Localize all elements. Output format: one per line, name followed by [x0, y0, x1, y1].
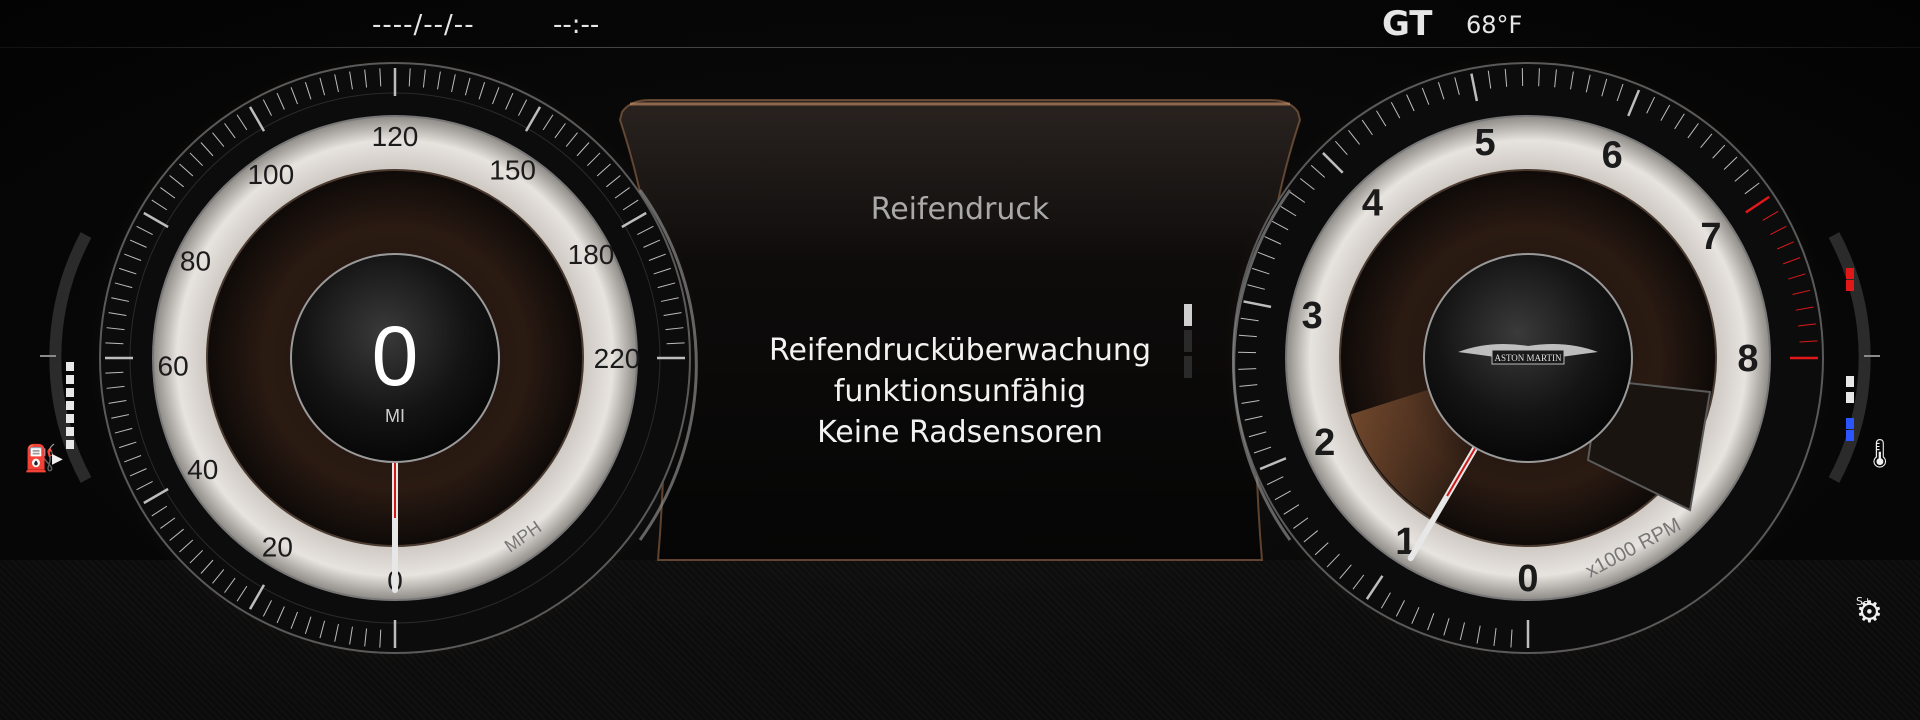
rpm-tick-label: 0: [1517, 558, 1538, 600]
speed-tick-label: 20: [262, 531, 293, 562]
rpm-tick-label: 4: [1362, 182, 1383, 224]
message-title: Reifendruck: [870, 192, 1050, 227]
speed-tick-label: 180: [568, 239, 615, 270]
coolant-segment: [1846, 376, 1854, 387]
fuel-segment: [66, 388, 74, 397]
message-line-1: Reifendrucküberwachung: [768, 333, 1151, 368]
fuel-segment: [66, 362, 74, 371]
fuel-door-arrow-icon: ▶: [52, 451, 63, 467]
speed-tick-label: 60: [158, 351, 189, 382]
suspension-mode-label: S+: [1856, 595, 1873, 608]
coolant-segment: [1846, 392, 1854, 403]
speed-value: 0: [372, 309, 419, 403]
rpm-tick-label: 6: [1602, 135, 1623, 177]
rpm-tick: [1238, 368, 1257, 370]
fuel-segment: [66, 414, 74, 423]
speed-tick-label: 40: [187, 454, 218, 485]
fuel-segment: [66, 375, 74, 384]
speed-tick-label: 80: [180, 246, 211, 277]
speed-tick-label: 150: [489, 155, 536, 186]
speedometer: 020406080100120150180220 MPH 0 MI: [90, 53, 700, 663]
fuel-segment: [66, 440, 74, 449]
speed-tick-label: 100: [247, 159, 294, 190]
rpm-tick-label: 7: [1700, 216, 1721, 258]
tachometer: 012345 678 x1000 RPM ASTON MARTIN: [1223, 53, 1833, 663]
message-panel: [618, 99, 1302, 561]
rpm-tick-label: 8: [1737, 338, 1758, 380]
rpm-tick: [1538, 68, 1540, 87]
message-line-2: funktionsunfähig: [833, 374, 1087, 409]
rpm-tick-label: 5: [1475, 122, 1496, 164]
fuel-segment: [66, 401, 74, 410]
speed-tick-label: 220: [594, 343, 641, 374]
speed-tick-label: 120: [372, 121, 419, 152]
coolant-segment: [1846, 430, 1854, 441]
coolant-segment: [1846, 268, 1854, 279]
instrument-cluster: ----/--/-- --:-- GT 68°F 20 40 60 80 100…: [0, 0, 1920, 720]
rpm-tick-label: 2: [1314, 422, 1335, 464]
rpm-tick-label: 3: [1302, 295, 1323, 337]
message-line-3: Keine Radsensoren: [817, 415, 1103, 450]
fuel-segment: [66, 427, 74, 436]
coolant-segment: [1846, 280, 1854, 291]
logo-text: ASTON MARTIN: [1494, 353, 1562, 363]
speed-unit: MI: [385, 406, 405, 426]
coolant-segment: [1846, 418, 1854, 429]
coolant-temp-icon: 🌡: [1862, 437, 1898, 470]
